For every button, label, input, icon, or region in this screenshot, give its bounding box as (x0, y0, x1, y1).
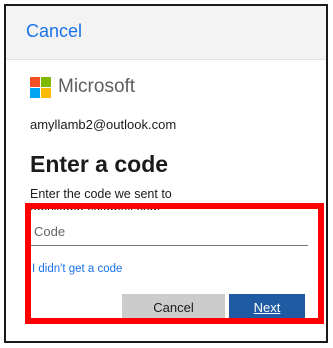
code-input[interactable] (30, 218, 308, 246)
next-button[interactable]: Next (229, 294, 305, 320)
brand-name: Microsoft (58, 76, 136, 97)
page-title: Enter a code (30, 151, 169, 177)
top-cancel-link[interactable]: Cancel (26, 21, 82, 42)
top-bar: Cancel (6, 6, 326, 60)
instructions-text: Enter the code we sent to (30, 187, 172, 201)
account-email: amyllamb2@outlook.com (30, 117, 177, 132)
cancel-button[interactable]: Cancel (122, 294, 225, 320)
sent-to-email-partial: amyllamb2@gmail.com (30, 203, 160, 210)
microsoft-logo-icon (30, 77, 52, 99)
sign-in-dialog: Cancel Microsoft amyllamb2@outlook.com E… (4, 4, 328, 343)
resend-code-link[interactable]: I didn't get a code (32, 263, 122, 275)
